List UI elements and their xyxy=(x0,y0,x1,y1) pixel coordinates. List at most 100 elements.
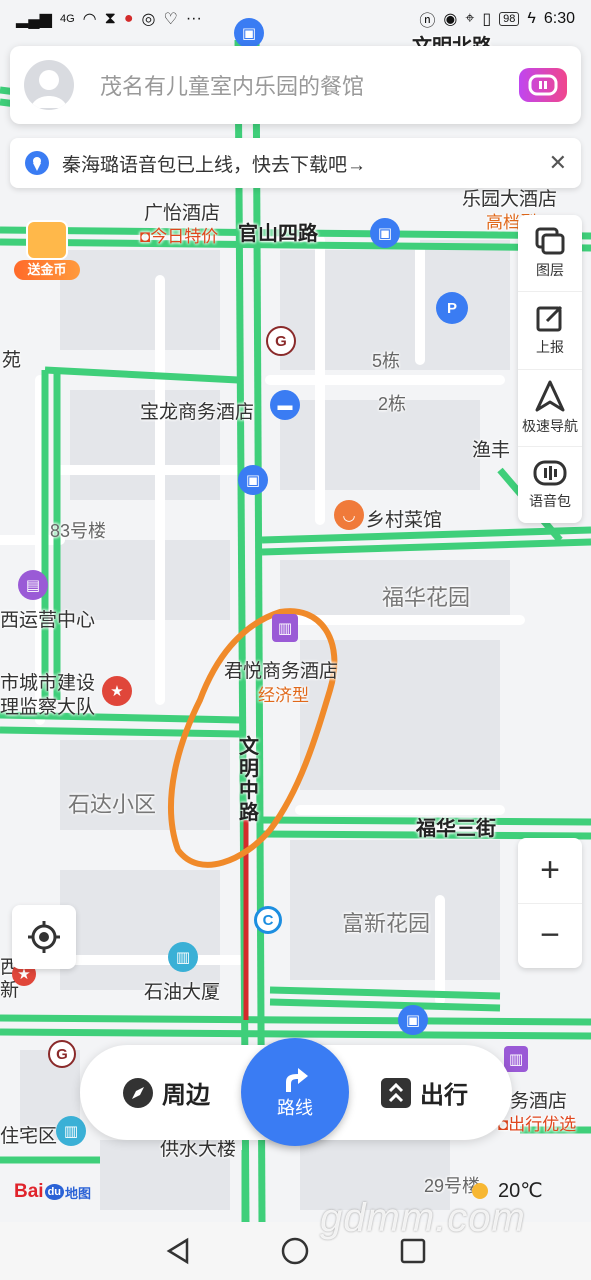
gas-station-icon[interactable]: C xyxy=(254,906,282,934)
voice-pack-button[interactable]: 语音包 xyxy=(518,447,582,523)
label-fuxin-garden: 富新花园 xyxy=(342,911,431,936)
home-circle-icon[interactable] xyxy=(281,1237,309,1265)
search-input[interactable]: 茂名有儿童室内乐园的餐馆 xyxy=(100,69,519,101)
label-garden-edge: 苑 xyxy=(2,350,22,371)
label-travel-pick: ◘出行优选 xyxy=(498,1115,577,1134)
voice-pack-label: 语音包 xyxy=(529,492,571,509)
label-fuhua-garden: 福华花园 xyxy=(382,585,471,610)
label-guanshan-4th-road: 官山四路 xyxy=(238,223,318,245)
nfc-icon: ⓝ xyxy=(419,13,436,30)
back-triangle-icon[interactable] xyxy=(165,1237,191,1265)
charging-icon: ϟ xyxy=(527,10,536,27)
metro-icon[interactable]: G xyxy=(266,326,296,356)
label-xiangcun-restaurant[interactable]: 乡村菜馆 xyxy=(366,505,442,532)
location-icon: ⌖ xyxy=(465,10,475,27)
gift-envelope-icon xyxy=(26,220,68,260)
label-residential: 住宅区 xyxy=(0,1126,58,1147)
route-button[interactable]: 路线 xyxy=(241,1038,349,1146)
label-supervision-team[interactable]: 理监察大队 xyxy=(0,692,95,719)
label-yufeng[interactable]: 渔丰 xyxy=(472,435,510,462)
label-economy-type: 经济型 xyxy=(258,686,309,705)
nearby-button[interactable]: 周边 xyxy=(122,1045,210,1140)
locate-me-button[interactable] xyxy=(12,905,76,969)
fast-navigation-button[interactable]: 极速导航 xyxy=(518,370,582,447)
label-fuhua-3rd-street: 福华三街 xyxy=(416,818,496,840)
notice-banner[interactable]: 秦海璐语音包已上线，快去下载吧→ ✕ xyxy=(10,138,581,188)
notice-text[interactable]: 秦海璐语音包已上线，快去下载吧→ xyxy=(62,150,549,177)
hotel-building-icon[interactable]: ▥ xyxy=(272,614,298,642)
bus-stop-icon[interactable]: ▣ xyxy=(398,1005,428,1035)
label-xiyun-center[interactable]: 西运营中心 xyxy=(0,605,95,632)
voice-pack-icon xyxy=(533,460,567,486)
report-button[interactable]: 上报 xyxy=(518,292,582,370)
hourglass-icon: ⧗ xyxy=(104,10,116,27)
label-shida-district: 石达小区 xyxy=(68,792,157,817)
label-today-special: ◘今日特价 xyxy=(140,227,219,246)
label-leyuan-hotel[interactable]: 乐园大酒店 xyxy=(462,184,557,211)
government-star-icon[interactable]: ★ xyxy=(102,676,132,706)
heart-icon: ♡ xyxy=(163,11,178,28)
bus-stop-icon[interactable]: ▣ xyxy=(370,218,400,248)
label-building-2: 2栋 xyxy=(378,394,407,414)
location-pin-icon xyxy=(25,151,49,175)
label-building-83: 83号楼 xyxy=(50,521,107,541)
label-shiyou-building[interactable]: 石油大厦 xyxy=(144,977,220,1004)
hotel-bed-icon[interactable]: ▬ xyxy=(270,390,300,420)
fast-navigation-label: 极速导航 xyxy=(522,417,578,434)
travel-label: 出行 xyxy=(420,1082,468,1109)
label-wenming-middle-road: 文明中路 xyxy=(239,736,259,824)
more-icon: ··· xyxy=(185,10,202,27)
clock-time: 6:30 xyxy=(543,10,575,27)
promo-label: 送金币 xyxy=(14,260,80,280)
label-guangyi-hotel[interactable]: 广怡酒店 xyxy=(144,198,220,225)
eye-icon: ◉ xyxy=(443,11,458,28)
shopping-bag-icon[interactable]: ▤ xyxy=(18,570,48,600)
travel-button[interactable]: 出行 xyxy=(380,1045,468,1140)
report-label: 上报 xyxy=(536,339,564,356)
baidu-map-logo: Bai du 地图 xyxy=(14,1181,92,1202)
network-type: 4G xyxy=(59,13,75,25)
nearby-label: 周边 xyxy=(162,1082,210,1109)
user-avatar-icon xyxy=(31,70,67,108)
hotel-building-icon[interactable]: ▥ xyxy=(504,1046,528,1072)
navigation-arrow-icon xyxy=(535,380,565,412)
signal-icon: ▂▄▆ xyxy=(16,11,52,28)
restaurant-icon[interactable]: ◡ xyxy=(334,500,364,530)
compass-icon xyxy=(123,1077,153,1108)
route-turn-arrow-icon xyxy=(286,1068,308,1092)
label-baolong-hotel[interactable]: 宝龙商务酒店 xyxy=(140,397,254,424)
label-building-5: 5栋 xyxy=(372,351,401,371)
metro-icon[interactable]: G xyxy=(48,1040,76,1068)
baidu-paw-icon: du xyxy=(44,1184,65,1200)
parking-icon[interactable]: P xyxy=(436,292,468,324)
voice-assistant-button[interactable] xyxy=(519,68,567,102)
zoom-in-button[interactable]: + xyxy=(518,838,582,904)
voice-assistant-icon xyxy=(528,74,558,96)
search-bar[interactable]: 茂名有儿童室内乐园的餐馆 xyxy=(10,46,581,124)
label-business-hotel[interactable]: 务酒店 xyxy=(510,1086,567,1113)
avatar[interactable] xyxy=(24,60,74,110)
vibrate-icon: ▯ xyxy=(482,11,492,28)
label-junyue-hotel[interactable]: 君悦商务酒店 xyxy=(224,656,338,683)
map-toolbar: 图层 上报 极速导航 语音包 xyxy=(518,215,582,523)
report-edit-icon xyxy=(536,306,563,332)
layers-label: 图层 xyxy=(536,262,564,279)
office-building-icon[interactable]: ▥ xyxy=(56,1116,86,1146)
zoom-out-button[interactable]: − xyxy=(518,904,582,969)
crosshair-location-icon xyxy=(28,921,60,953)
layers-icon xyxy=(535,227,565,255)
watermark: gdmm.com xyxy=(320,1196,526,1240)
label-city-construction[interactable]: 市城市建设 xyxy=(0,668,95,695)
route-label: 路线 xyxy=(277,1098,313,1118)
bus-stop-icon[interactable]: ▣ xyxy=(238,465,268,495)
layers-button[interactable]: 图层 xyxy=(518,215,582,293)
close-icon[interactable]: ✕ xyxy=(549,150,567,176)
status-bar: ▂▄▆ 4G ◠ ⧗ ● ◎ ♡ ··· ⓝ ◉ ⌖ ▯ 98 ϟ 6:30 xyxy=(0,0,591,38)
recents-square-icon[interactable] xyxy=(400,1238,426,1264)
wechat-icon: ◎ xyxy=(141,11,156,28)
office-building-icon[interactable]: ▥ xyxy=(168,942,198,972)
gold-coin-promo[interactable]: 送金币 xyxy=(12,218,82,282)
wifi-icon: ◠ xyxy=(82,11,97,28)
zoom-controls: + − xyxy=(518,838,582,968)
microphone-icon: ● xyxy=(123,10,134,27)
